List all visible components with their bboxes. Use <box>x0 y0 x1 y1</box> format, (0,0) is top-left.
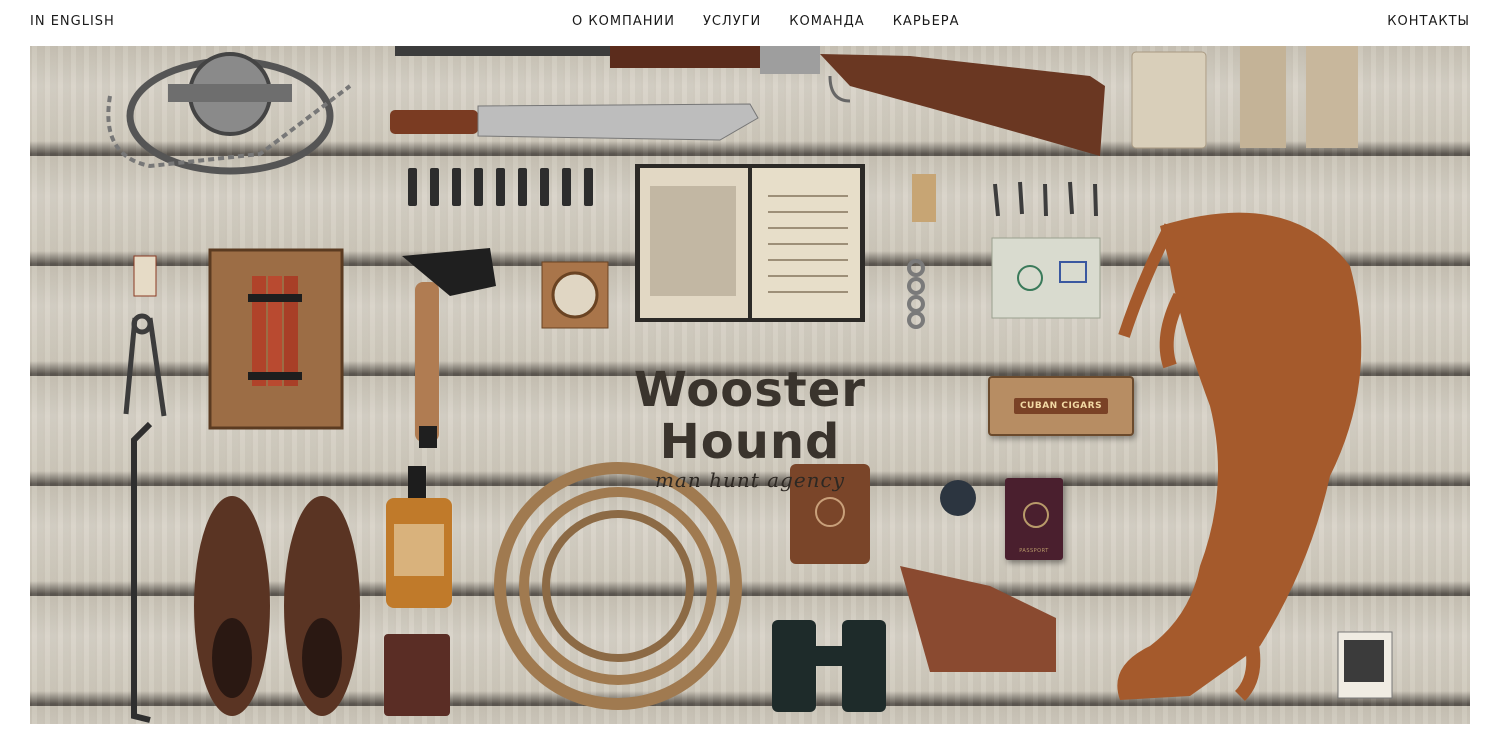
gloves-icon <box>900 566 1056 672</box>
rifle-icon <box>395 46 1105 156</box>
parcel-icon <box>1306 46 1358 148</box>
passport-emblem-icon <box>1023 502 1049 528</box>
dynamite-icon <box>208 248 344 430</box>
main-menu: О КОМПАНИИ УСЛУГИ КОМАНДА КАРЬЕРА <box>572 14 960 29</box>
machete-icon <box>390 103 759 141</box>
menu-item-career[interactable]: КАРЬЕРА <box>893 14 960 29</box>
parcel-icon <box>1240 46 1286 148</box>
passport: PASSPORT <box>1005 478 1063 560</box>
bear-trap-icon <box>106 52 352 175</box>
notebook-icon <box>384 634 450 716</box>
menu-item-services[interactable]: УСЛУГИ <box>703 14 761 29</box>
brass-knuckles-icon <box>907 259 925 329</box>
matchbox-icon <box>133 255 157 297</box>
menu-item-company[interactable]: О КОМПАНИИ <box>572 14 675 29</box>
lighter-icon <box>912 174 936 222</box>
passport-label: PASSPORT <box>1019 548 1049 554</box>
pliers-icon <box>123 313 167 417</box>
binoculars-icon <box>772 620 886 712</box>
dog-icon <box>1117 212 1362 701</box>
cigar-box: CUBAN CIGARS <box>988 376 1134 436</box>
language-switch-link[interactable]: IN ENGLISH <box>30 14 115 29</box>
passport-page-icon <box>991 237 1101 319</box>
axe-icon <box>402 248 496 448</box>
contacts-link[interactable]: КОНТАКТЫ <box>1387 14 1470 29</box>
menu-item-team[interactable]: КОМАНДА <box>789 14 864 29</box>
brand-title: Wooster Hound <box>634 362 866 470</box>
rope-icon <box>494 462 742 710</box>
badge-icon <box>1131 51 1207 149</box>
bottle-icon <box>386 466 452 608</box>
brand-tagline: man hunt agency <box>654 468 846 492</box>
bullets-icon <box>408 168 593 206</box>
boots-icon <box>194 496 360 716</box>
crowbar-icon <box>131 421 153 723</box>
brand-logo[interactable]: Wooster Hound man hunt agency <box>550 364 950 492</box>
hero-image: CUBAN CIGARS PASSPORT Wooster Hound man … <box>30 46 1470 724</box>
book-icon <box>635 164 865 322</box>
cigar-box-label: CUBAN CIGARS <box>1013 398 1109 414</box>
nails-icon <box>993 181 1098 217</box>
top-navigation: IN ENGLISH О КОМПАНИИ УСЛУГИ КОМАНДА КАР… <box>0 0 1500 46</box>
